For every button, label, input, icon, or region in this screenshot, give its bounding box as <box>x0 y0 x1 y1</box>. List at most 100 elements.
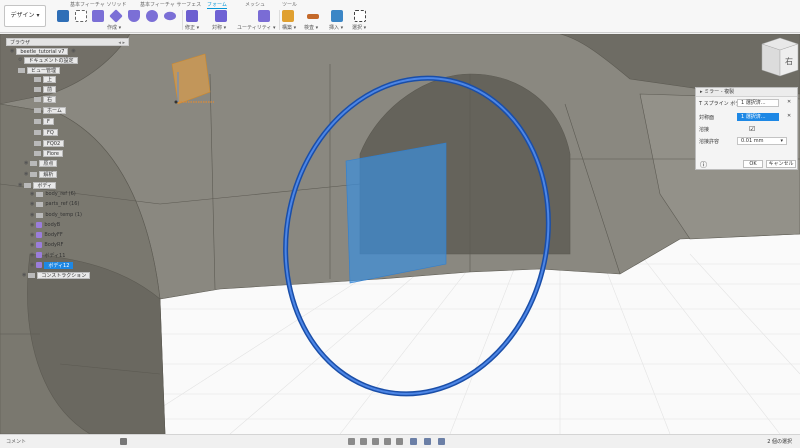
utility-icon[interactable] <box>258 10 270 22</box>
tree-item[interactable]: ⚙ ドキュメントの設定 <box>18 56 78 64</box>
tree-item[interactable]: ◉ body_temp (1) <box>30 211 82 219</box>
measure-icon[interactable] <box>307 14 319 19</box>
grid-snap-icon[interactable] <box>424 438 431 445</box>
eye-icon[interactable]: ◉ <box>30 242 34 248</box>
symmetry-group-label[interactable]: 対称 ▾ <box>212 24 226 31</box>
orbit-icon[interactable] <box>348 438 355 445</box>
symmetry-icon[interactable] <box>215 10 227 22</box>
radio-icon[interactable]: ◉ <box>71 48 75 54</box>
tree-item[interactable]: ◉ 原点 <box>24 159 58 167</box>
tree-item[interactable]: 右 <box>34 95 57 103</box>
canvas-viewport[interactable]: 右 <box>0 34 800 434</box>
clear-selection-icon[interactable]: ✕ <box>787 113 791 119</box>
tree-label: コンストラクション <box>37 271 91 279</box>
tree-item[interactable]: ◉ ボディ <box>18 181 57 189</box>
status-bar: コメント 2 個の選択 <box>0 434 800 448</box>
tree-item[interactable]: ホーム <box>34 106 66 114</box>
tree-label: beetle_tutorial v7 <box>16 47 69 55</box>
utility-group-label[interactable]: ユーティリティ ▾ <box>237 24 276 31</box>
tree-item[interactable]: Fiore <box>34 149 63 157</box>
comment-panel-label[interactable]: コメント <box>6 438 26 445</box>
tree-label: ボディ12 <box>44 261 74 269</box>
insert-group-label[interactable]: 挿入 ▾ <box>329 24 343 31</box>
display-settings-icon[interactable] <box>410 438 417 445</box>
tree-item[interactable]: 上 <box>34 75 57 83</box>
tree-item[interactable]: ◉ BodyRF <box>30 241 63 249</box>
eye-icon[interactable]: ◉ <box>30 232 34 238</box>
tree-item[interactable]: FQ <box>34 128 58 136</box>
pan-icon[interactable] <box>372 438 379 445</box>
eye-icon[interactable]: ◉ <box>30 222 34 228</box>
select-group-label[interactable]: 選択 ▾ <box>352 24 366 31</box>
fit-icon[interactable] <box>396 438 403 445</box>
tab-solid[interactable]: 基本フィーチャ ソリッド <box>70 1 126 8</box>
view-cube[interactable]: 右 <box>761 37 799 77</box>
ok-button[interactable]: OK <box>743 160 763 168</box>
cancel-button[interactable]: キャンセル <box>766 160 796 168</box>
weld-checkbox[interactable]: ☑ <box>749 125 755 133</box>
tree-item[interactable]: ◉ ボディ11 <box>30 251 65 259</box>
zoom-icon[interactable] <box>384 438 391 445</box>
cylinder-icon[interactable] <box>128 10 140 22</box>
eye-icon[interactable]: ◉ <box>18 182 22 188</box>
tab-tools[interactable]: ツール <box>282 1 297 8</box>
workspace-switcher[interactable]: デザイン ▾ <box>4 5 46 27</box>
select-icon[interactable] <box>354 10 366 22</box>
tree-label: 解析 <box>39 170 58 178</box>
tree-item[interactable]: ◉ bodyB <box>30 221 60 229</box>
eye-icon[interactable]: ◉ <box>22 272 26 278</box>
tab-form[interactable]: フォーム <box>207 1 227 8</box>
eye-icon[interactable]: ◉ <box>10 48 14 54</box>
tree-item[interactable]: ◉ parts_ref (16) <box>30 200 79 208</box>
create-form-icon[interactable] <box>57 10 69 22</box>
tree-item[interactable]: FQ02 <box>34 139 65 147</box>
tree-item[interactable]: ◉ 解析 <box>24 170 58 178</box>
tree-item[interactable]: ◉ body_ref (6) <box>30 190 76 198</box>
eye-icon[interactable]: ◉ <box>30 212 34 218</box>
viewports-icon[interactable] <box>438 438 445 445</box>
plane-icon[interactable] <box>109 9 123 23</box>
tspline-body-icon <box>36 222 43 228</box>
tab-surface[interactable]: 基本フィーチャ サーフェス <box>140 1 201 8</box>
construct-icon[interactable] <box>282 10 294 22</box>
collapse-icon[interactable]: ▸ <box>700 89 703 95</box>
create-sketch-icon[interactable] <box>75 10 87 22</box>
tree-item[interactable]: 前 <box>34 85 57 93</box>
tree-item[interactable]: ビュー管理 <box>18 66 61 74</box>
mirror-plane[interactable] <box>345 142 447 284</box>
insert-image-icon[interactable] <box>331 10 343 22</box>
edit-form-icon[interactable] <box>186 10 198 22</box>
construct-group-label[interactable]: 構築 ▾ <box>282 24 296 31</box>
tree-item[interactable]: ◉ コンストラクション <box>22 271 91 279</box>
model-canvas[interactable]: 右 <box>0 34 800 434</box>
box-icon[interactable] <box>92 10 104 22</box>
modify-group-label[interactable]: 修正 ▾ <box>185 24 199 31</box>
clear-selection-icon[interactable]: ✕ <box>787 99 791 105</box>
collapse-icon[interactable]: ◂ ▸ <box>118 40 125 46</box>
eye-icon[interactable]: ◉ <box>30 252 34 258</box>
look-at-icon[interactable] <box>360 438 367 445</box>
tree-item[interactable]: F <box>34 117 54 125</box>
inspect-group-label[interactable]: 検査 ▾ <box>304 24 318 31</box>
tree-item[interactable]: ◉ BodyFF <box>30 231 63 239</box>
tspline-body-selector[interactable]: 1 選択済... <box>737 99 779 107</box>
weld-tolerance-field[interactable]: 0.01 mm ▾ <box>737 137 787 145</box>
add-comment-icon[interactable] <box>120 438 127 445</box>
symmetry-plane-selector[interactable]: 1 選択済... <box>737 113 779 121</box>
dialog-title[interactable]: ▸ ミラー - 複製 <box>696 88 797 97</box>
eye-icon[interactable]: ◉ <box>30 201 34 207</box>
sphere-icon[interactable] <box>146 10 158 22</box>
eye-icon[interactable]: ◉ <box>24 171 28 177</box>
eye-icon[interactable]: ◉ <box>24 160 28 166</box>
tree-item-selected[interactable]: ◉ ボディ12 <box>30 261 74 269</box>
tab-mesh[interactable]: メッシュ <box>245 1 265 8</box>
chevron-down-icon: ▾ <box>780 138 783 144</box>
folder-icon <box>24 182 32 188</box>
eye-icon[interactable]: ◉ <box>30 262 34 268</box>
create-group-label[interactable]: 作成 ▾ <box>107 24 121 31</box>
torus-icon[interactable] <box>164 11 176 21</box>
browser-header[interactable]: ブラウザ ◂ ▸ <box>6 38 129 46</box>
info-icon[interactable]: ⓘ <box>700 160 707 170</box>
eye-icon[interactable]: ◉ <box>30 191 34 197</box>
tree-root[interactable]: ◉ beetle_tutorial v7 ◉ <box>10 47 78 55</box>
